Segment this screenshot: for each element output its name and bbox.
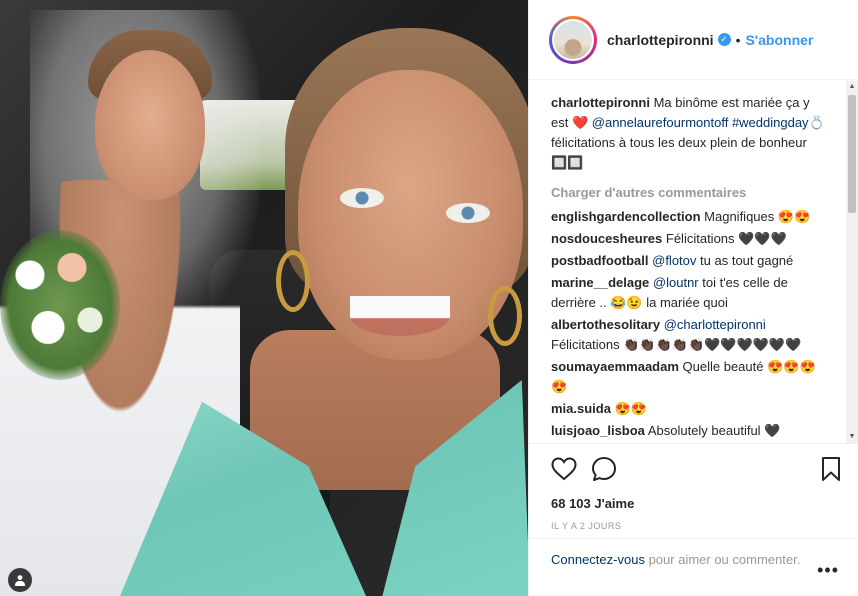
login-link[interactable]: Connectez-vous: [551, 552, 645, 567]
scroll-down-arrow-icon[interactable]: ▼: [846, 431, 858, 443]
bouquet: [0, 230, 120, 380]
post-actions: 68 103 J'aime IL Y A 2 JOURS: [529, 443, 858, 531]
user-tag-button[interactable]: [8, 568, 32, 592]
caption-hashtag[interactable]: #weddingday💍: [732, 115, 825, 130]
avatar: [552, 18, 594, 61]
comment-item: marine__delage @loutnr toi t'es celle de…: [551, 273, 827, 313]
user-tag-icon: [15, 575, 25, 586]
comment-mention[interactable]: @flotov: [652, 253, 696, 268]
comment-username[interactable]: englishgardencollection: [551, 209, 701, 224]
post-username[interactable]: charlottepironni: [607, 32, 714, 48]
earring-right: [488, 286, 522, 346]
post-photo[interactable]: [0, 0, 528, 596]
comment-username[interactable]: albertothesolitary: [551, 317, 660, 332]
comment-item: nosdoucesheures Félicitations 🖤🖤🖤: [551, 229, 827, 249]
comment-item: englishgardencollection Magnifiques 😍😍: [551, 207, 827, 227]
save-button[interactable]: [821, 456, 841, 482]
comment-text: Absolutely beautiful 🖤: [647, 423, 781, 438]
comment-button[interactable]: [591, 456, 617, 482]
scroll-thumb[interactable]: [848, 95, 856, 213]
login-prompt: Connectez-vous pour aimer ou commenter. …: [529, 538, 858, 596]
comment-mention[interactable]: @loutnr: [653, 275, 699, 290]
comment-item: luisjoao_lisboa Absolutely beautiful 🖤: [551, 421, 827, 441]
caption-mention[interactable]: @annelaurefourmontoff: [592, 115, 729, 130]
comment-username[interactable]: luisjoao_lisboa: [551, 423, 645, 438]
like-button[interactable]: [551, 457, 577, 481]
comment-item: albertothesolitary @charlottepironni Fél…: [551, 315, 827, 355]
header-separator: •: [735, 31, 741, 48]
load-more-comments-button[interactable]: Charger d'autres commentaires: [551, 183, 827, 203]
comment-username[interactable]: marine__delage: [551, 275, 649, 290]
girl-eye-left: [340, 188, 384, 208]
post-timestamp[interactable]: IL Y A 2 JOURS: [551, 521, 843, 531]
more-options-icon[interactable]: •••: [817, 561, 839, 579]
comment-username[interactable]: postbadfootball: [551, 253, 649, 268]
comments-list: charlottepironni Ma binôme est mariée ça…: [529, 81, 847, 443]
earring-left: [276, 250, 310, 312]
comment-mention[interactable]: @charlottepironni: [664, 317, 766, 332]
comment-text: 😍😍: [614, 401, 647, 416]
girl-eye-right: [446, 203, 490, 223]
comment-username[interactable]: soumayaemmaadam: [551, 359, 679, 374]
comment-item: mia.suida 😍😍: [551, 399, 827, 419]
caption-username[interactable]: charlottepironni: [551, 95, 650, 110]
comments-scrollbar[interactable]: ▲ ▼: [846, 81, 858, 443]
post-header: charlottepironni ✓ • S'abonner: [529, 0, 858, 80]
login-prompt-text: pour aimer ou commenter.: [648, 552, 801, 567]
comment-item: postbadfootball @flotov tu as tout gagné: [551, 251, 827, 271]
caption: charlottepironni Ma binôme est mariée ça…: [551, 93, 827, 173]
comment-username[interactable]: mia.suida: [551, 401, 611, 416]
comment-item: soumayaemmaadam Quelle beauté 😍😍😍😍: [551, 357, 827, 397]
verified-badge-icon: ✓: [717, 33, 731, 46]
comment-text: tu as tout gagné: [700, 253, 794, 268]
comment-text: Magnifiques 😍😍: [704, 209, 811, 224]
likes-count[interactable]: 68 103 J'aime: [551, 496, 843, 511]
heart-icon: [551, 457, 577, 481]
follow-button[interactable]: S'abonner: [745, 32, 813, 48]
caption-text-2: félicitations à tous les deux plein de b…: [551, 135, 807, 170]
comment-icon: [592, 457, 616, 481]
action-row: [551, 454, 843, 484]
comment-username[interactable]: nosdoucesheures: [551, 231, 662, 246]
avatar-story-ring[interactable]: [549, 15, 597, 64]
comment-text: Félicitations 👏🏿👏🏿👏🏿👏🏿👏🏿🖤🖤🖤🖤🖤🖤: [551, 337, 802, 352]
bookmark-icon: [822, 457, 840, 481]
comment-text: Félicitations 🖤🖤🖤: [665, 231, 787, 246]
girl-smile: [350, 296, 450, 336]
scroll-up-arrow-icon[interactable]: ▲: [846, 81, 858, 93]
bride-face: [95, 50, 205, 200]
post-sidebar: charlottepironni ✓ • S'abonner charlotte…: [528, 0, 858, 596]
